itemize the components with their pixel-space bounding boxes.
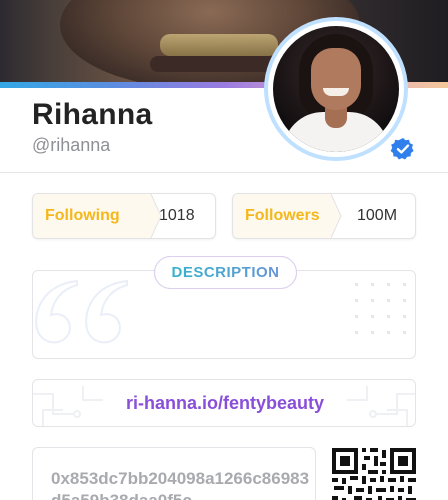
followers-stat[interactable]: Followers 100M (232, 193, 416, 239)
section-divider (0, 172, 448, 173)
qr-code-icon[interactable] (330, 446, 418, 500)
profile-handle[interactable]: @rihanna (32, 135, 110, 156)
following-count: 1018 (159, 207, 195, 224)
followers-label: Followers (233, 194, 331, 238)
avatar[interactable] (264, 17, 408, 161)
following-stat[interactable]: Following 1018 (32, 193, 216, 239)
verified-badge-icon (390, 136, 416, 162)
website-link-card[interactable]: ri-hanna.io/fentybeauty (32, 379, 416, 427)
wallet-address-card[interactable]: 0x853dc7bb204098a1266c86983d5a59b38daa0f… (32, 447, 316, 500)
following-label: Following (33, 194, 151, 238)
website-link[interactable]: ri-hanna.io/fentybeauty (33, 380, 415, 426)
profile-name: Rihanna (32, 98, 153, 131)
followers-count: 100M (357, 207, 398, 224)
description-title: DESCRIPTION (154, 256, 297, 289)
wallet-address[interactable]: 0x853dc7bb204098a1266c86983d5a59b38daa0f… (51, 468, 311, 500)
chevron-right-icon (331, 194, 342, 238)
